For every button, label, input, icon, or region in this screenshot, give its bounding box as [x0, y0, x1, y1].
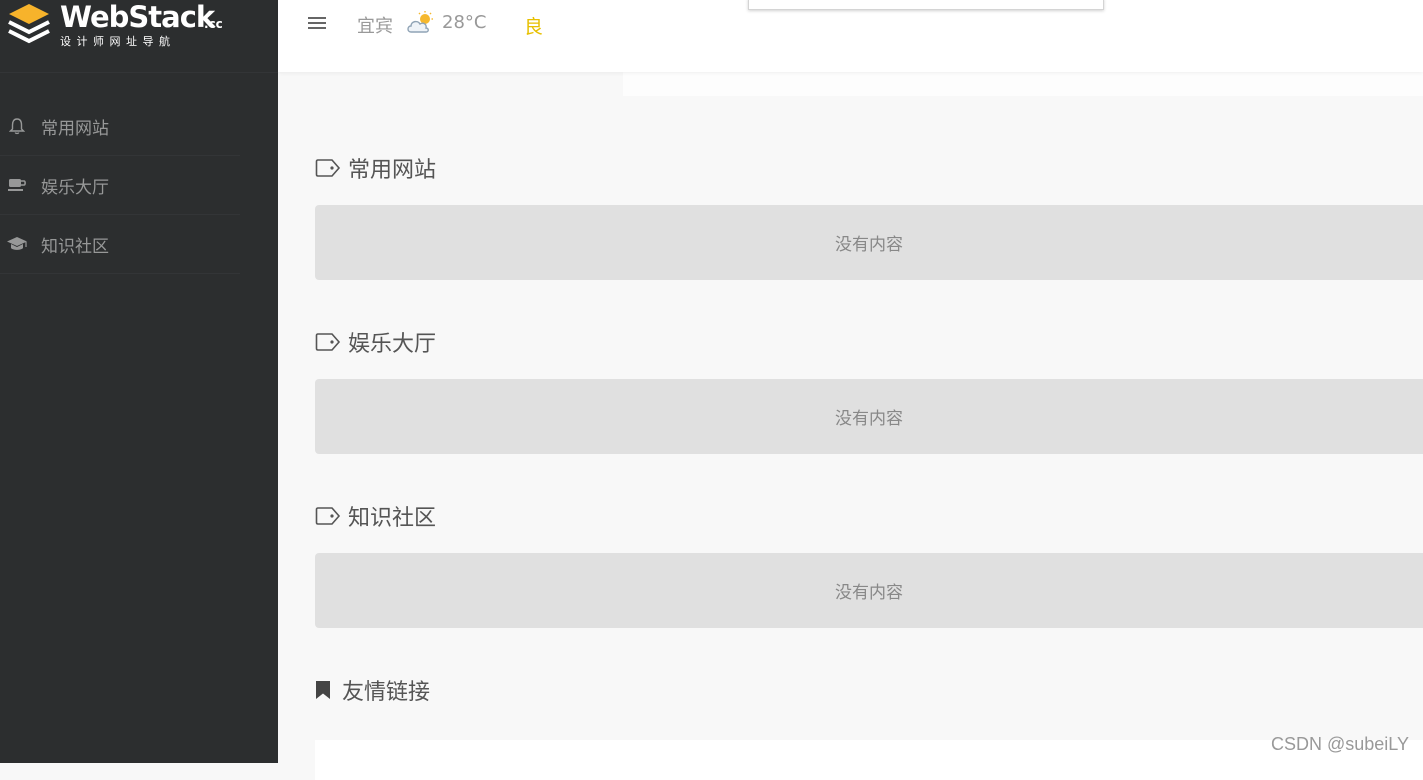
search-area-strip	[623, 72, 1423, 96]
empty-content-text: 没有内容	[835, 235, 903, 255]
tag-icon	[315, 331, 341, 353]
sidebar-item-entertainment[interactable]: 娱乐大厅	[0, 156, 240, 215]
section-title-text: 友情链接	[342, 680, 431, 705]
section-title-text: 常用网站	[348, 158, 437, 183]
empty-content-box: 没有内容	[315, 379, 1423, 454]
watermark: CSDN @subeiLY	[1271, 734, 1409, 754]
weather-city: 宜宾	[357, 16, 393, 37]
empty-content-text: 没有内容	[835, 583, 903, 603]
section-title-common-sites: 常用网站	[315, 152, 436, 184]
sidebar-nav: 常用网站 娱乐大厅 知识社区	[0, 97, 240, 274]
tag-icon	[315, 505, 341, 527]
tag-icon	[315, 157, 341, 179]
hamburger-line	[308, 22, 326, 24]
section-title-friend-links: 友情链接	[315, 674, 430, 706]
bookmark-icon	[315, 679, 335, 701]
coffee-icon	[0, 177, 41, 193]
section-title-knowledge: 知识社区	[315, 500, 436, 532]
section-title-entertainment: 娱乐大厅	[315, 326, 436, 358]
sidebar-item-knowledge[interactable]: 知识社区	[0, 215, 240, 274]
empty-content-text: 没有内容	[835, 409, 903, 429]
hamburger-line	[308, 27, 326, 29]
air-quality-badge: 良	[524, 16, 544, 38]
brand-suffix: .cc	[204, 17, 223, 31]
dropdown-popup	[748, 0, 1104, 10]
menu-toggle-button[interactable]	[308, 15, 326, 33]
sidebar: WebStack .cc 设计师网址导航 常用网站 娱乐大厅 知识社区	[0, 0, 278, 763]
sidebar-item-common-sites[interactable]: 常用网站	[0, 97, 240, 156]
sidebar-item-label: 知识社区	[41, 236, 109, 257]
empty-content-box: 没有内容	[315, 205, 1423, 280]
sidebar-item-label: 常用网站	[41, 118, 109, 139]
brand-subtitle: 设计师网址导航	[60, 35, 176, 48]
brand-name: WebStack	[60, 0, 215, 34]
empty-content-box: 没有内容	[315, 553, 1423, 628]
section-title-text: 娱乐大厅	[348, 332, 437, 357]
friend-links-box	[315, 740, 1423, 780]
sidebar-item-label: 娱乐大厅	[41, 177, 109, 198]
bell-icon	[0, 117, 41, 135]
layers-logo-icon	[8, 4, 50, 44]
section-title-text: 知识社区	[348, 506, 437, 531]
graduation-cap-icon	[0, 236, 41, 252]
weather-temperature: 28°C	[442, 12, 487, 33]
brand-logo[interactable]: WebStack .cc 设计师网址导航	[0, 0, 278, 73]
partly-cloudy-icon	[407, 11, 433, 33]
hamburger-line	[308, 17, 326, 19]
top-bar: 宜宾 28°C 良	[278, 0, 1423, 72]
